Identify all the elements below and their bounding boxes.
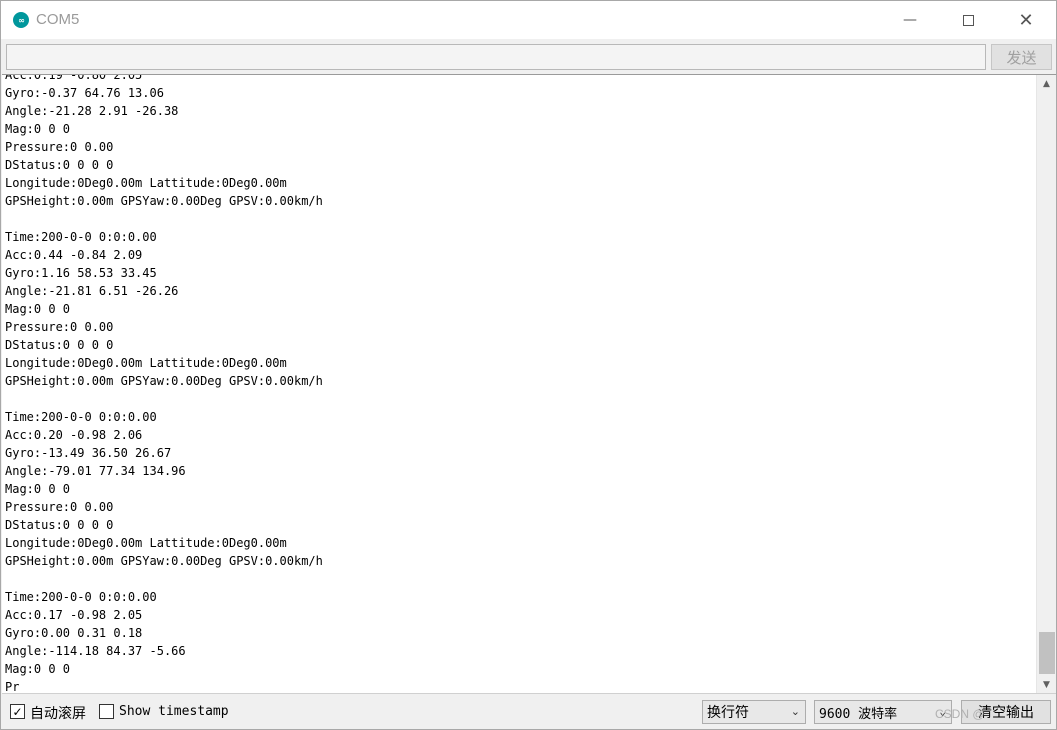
output-line: Time:200-0-0 0:0:0.00 bbox=[5, 590, 157, 604]
close-button[interactable]: ✕ bbox=[997, 1, 1055, 39]
baud-rate-value: 9600 波特率 bbox=[819, 706, 898, 722]
autoscroll-checkbox[interactable]: ✓ bbox=[10, 704, 25, 719]
line-ending-select[interactable]: 换行符 ⌄ bbox=[702, 700, 806, 724]
output-line: Acc:0.44 -0.84 2.09 bbox=[5, 248, 143, 262]
output-line: Pressure:0 0.00 bbox=[5, 500, 114, 514]
serial-output[interactable]: Acc:0.19 -0.80 2.05 Gyro:-0.37 64.76 13.0… bbox=[2, 74, 1056, 694]
minimize-icon: — bbox=[903, 12, 917, 28]
bottom-toolbar: ✓ 自动滚屏 Show timestamp 换行符 ⌄ 9600 波特率 ⌄ 清… bbox=[1, 695, 1056, 729]
output-text: Acc:0.19 -0.80 2.05 Gyro:-0.37 64.76 13.0… bbox=[5, 74, 1025, 694]
output-line: Mag:0 0 0 bbox=[5, 662, 71, 676]
minimize-button[interactable]: — bbox=[881, 1, 939, 39]
close-icon: ✕ bbox=[1018, 9, 1034, 31]
line-ending-value: 换行符 bbox=[707, 705, 749, 721]
output-line: Angle:-79.01 77.34 134.96 bbox=[5, 464, 186, 478]
output-line: Acc:0.20 -0.98 2.06 bbox=[5, 428, 143, 442]
output-line: Acc:0.19 -0.80 2.05 bbox=[5, 74, 143, 82]
output-line: Angle:-114.18 84.37 -5.66 bbox=[5, 644, 186, 658]
window-title: COM5 bbox=[36, 11, 80, 28]
arduino-app-icon: ∞ bbox=[13, 12, 29, 28]
timestamp-label: Show timestamp bbox=[119, 704, 229, 719]
output-line: Gyro:1.16 58.53 33.45 bbox=[5, 266, 157, 280]
watermark-text: CSDN @ bbox=[935, 707, 985, 721]
output-line: Gyro:-13.49 36.50 26.67 bbox=[5, 446, 172, 460]
output-line: Pr bbox=[5, 680, 20, 694]
output-line: Mag:0 0 0 bbox=[5, 482, 71, 496]
output-line: Angle:-21.28 2.91 -26.38 bbox=[5, 104, 179, 118]
output-line: Acc:0.17 -0.98 2.05 bbox=[5, 608, 143, 622]
baud-rate-select[interactable]: 9600 波特率 ⌄ bbox=[814, 700, 952, 724]
output-line: DStatus:0 0 0 0 bbox=[5, 338, 114, 352]
output-line: Time:200-0-0 0:0:0.00 bbox=[5, 230, 157, 244]
output-line: Pressure:0 0.00 bbox=[5, 140, 114, 154]
output-line: Longitude:0Deg0.00m Lattitude:0Deg0.00m bbox=[5, 176, 287, 190]
timestamp-checkbox[interactable] bbox=[99, 704, 114, 719]
output-line: DStatus:0 0 0 0 bbox=[5, 518, 114, 532]
output-line: Pressure:0 0.00 bbox=[5, 320, 114, 334]
output-line: Gyro:0.00 0.31 0.18 bbox=[5, 626, 143, 640]
maximize-button[interactable] bbox=[939, 1, 997, 39]
chevron-down-icon: ⌄ bbox=[790, 705, 800, 718]
scroll-thumb[interactable] bbox=[1039, 632, 1055, 674]
output-line: DStatus:0 0 0 0 bbox=[5, 158, 114, 172]
title-bar: ∞ COM5 — ✕ bbox=[1, 1, 1056, 39]
scroll-down-arrow-icon[interactable]: ▼ bbox=[1037, 676, 1056, 693]
serial-monitor-window: ∞ COM5 — ✕ 发送 Acc:0.19 -0.80 2.05 Gyro:-0… bbox=[0, 0, 1057, 730]
scroll-up-arrow-icon[interactable]: ▲ bbox=[1037, 75, 1056, 92]
output-line: GPSHeight:0.00m GPSYaw:0.00Deg GPSV:0.00… bbox=[5, 554, 323, 568]
output-line: Gyro:-0.37 64.76 13.06 bbox=[5, 86, 164, 100]
output-line: GPSHeight:0.00m GPSYaw:0.00Deg GPSV:0.00… bbox=[5, 194, 323, 208]
output-line: Mag:0 0 0 bbox=[5, 302, 71, 316]
vertical-scrollbar[interactable]: ▲ ▼ bbox=[1036, 75, 1056, 693]
output-line: Time:200-0-0 0:0:0.00 bbox=[5, 410, 157, 424]
output-line: GPSHeight:0.00m GPSYaw:0.00Deg GPSV:0.00… bbox=[5, 374, 323, 388]
autoscroll-label: 自动滚屏 bbox=[30, 706, 86, 722]
output-line: Longitude:0Deg0.00m Lattitude:0Deg0.00m bbox=[5, 356, 287, 370]
output-line: Longitude:0Deg0.00m Lattitude:0Deg0.00m bbox=[5, 536, 287, 550]
output-line: Angle:-21.81 6.51 -26.26 bbox=[5, 284, 179, 298]
send-input[interactable] bbox=[6, 44, 986, 70]
send-button[interactable]: 发送 bbox=[991, 44, 1052, 70]
maximize-icon bbox=[962, 14, 974, 26]
output-line: Mag:0 0 0 bbox=[5, 122, 71, 136]
